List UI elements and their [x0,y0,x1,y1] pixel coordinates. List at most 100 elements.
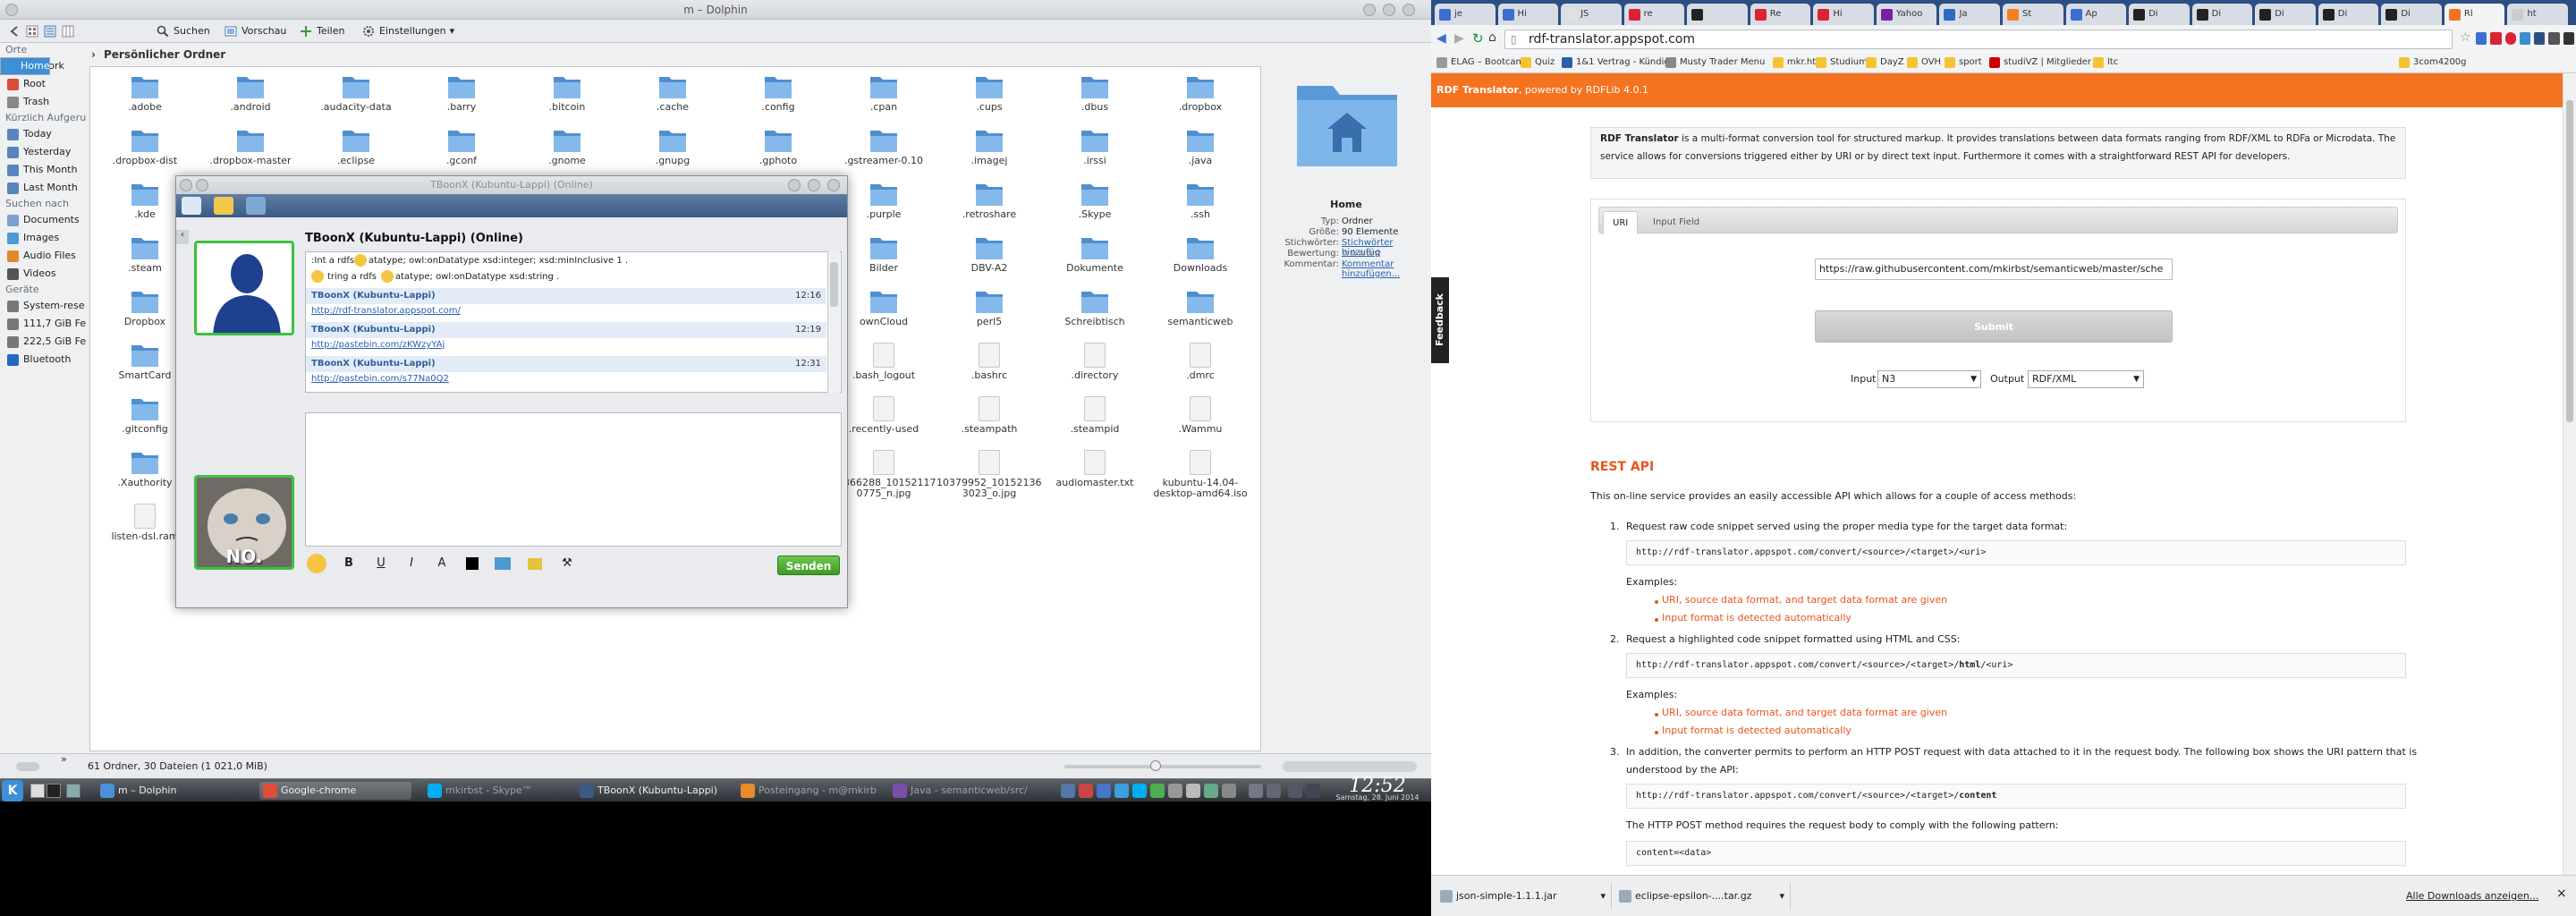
breadcrumb[interactable]: › Persönlicher Ordner [89,45,1261,64]
places-item[interactable]: Home [0,57,51,75]
banner-title[interactable]: RDF Translator [1436,84,1519,96]
icons-view-icon[interactable] [25,24,39,38]
tray-sync-icon[interactable] [1288,784,1302,798]
browser-tab[interactable]: Hi [1497,4,1559,25]
places-item[interactable]: Yesterday [0,143,89,161]
taskbar-task[interactable]: Posteingang - m@mkirb [737,782,889,800]
tray-tools-icon[interactable] [1168,784,1182,798]
zoom-toggle[interactable] [16,762,39,771]
back-icon[interactable]: ◀ [1436,31,1446,46]
window-menu-icon[interactable] [5,4,18,16]
extension-icon[interactable] [2504,32,2516,45]
send-button[interactable]: Senden [777,556,840,575]
message-input[interactable] [305,412,842,547]
places-item[interactable]: Documents [0,211,89,229]
taskbar-task[interactable]: m – Dolphin [97,782,249,800]
browser-tab[interactable]: Di [2318,4,2379,25]
file-item[interactable]: .dbus [1042,71,1148,124]
file-item[interactable]: kubuntu-14.04-desktop-amd64.iso [1148,446,1253,500]
browser-tab[interactable]: Yahoo [1876,4,1937,25]
file-item[interactable]: .config [725,71,831,124]
file-item[interactable]: .gphoto [725,124,831,178]
star-icon[interactable]: ☆ [2460,30,2471,45]
window-menu-icon[interactable] [180,179,192,191]
file-item[interactable]: .dropbox-dist [92,124,198,178]
tray-expand-icon[interactable] [1222,784,1236,798]
zoom-slider[interactable] [1064,765,1261,768]
submit-button[interactable]: Submit [1815,310,2173,343]
tab-input-field[interactable]: Input Field [1644,211,1708,234]
message-link[interactable]: http://pastebin.com/s77Na0Q2 [311,374,449,384]
file-item[interactable]: .cache [620,71,725,124]
bookmark[interactable]: Studium [1814,55,1868,71]
places-item[interactable]: Root [0,75,89,93]
file-item[interactable]: DBV-A2 [936,232,1042,285]
uri-input[interactable]: https://raw.githubusercontent.com/mkirbs… [1815,259,2173,280]
example-link[interactable]: Input format is detected automatically [1662,725,1852,736]
places-item[interactable]: Today [0,125,89,143]
pin-icon[interactable] [196,179,208,191]
taskbar-task[interactable]: TBoonX (Kubuntu-Lappi) [576,782,728,800]
places-item[interactable]: Audio Files [0,247,89,265]
tray-volume-icon[interactable] [1186,784,1200,798]
bookmark[interactable]: OVH [1905,55,1941,71]
tray-battery-icon[interactable] [1204,784,1218,798]
browser-tab[interactable]: Ja [1939,4,2000,25]
browser-tab[interactable]: Di [2191,4,2253,25]
browser-tab[interactable]: Rl [2444,4,2505,25]
output-format-select[interactable]: RDF/XML ▼ [2028,370,2144,388]
users-icon[interactable] [246,197,266,215]
bookmark[interactable]: ELAG – Bootcamp [1435,55,1530,71]
file-item[interactable]: Downloads [1148,232,1253,285]
bookmark[interactable]: studiVZ | Mitglieder [1987,55,2091,71]
clock[interactable]: 12:52 Samstag, 28. Juni 2014 [1324,776,1431,802]
underline-button[interactable]: U [371,554,391,573]
file-item[interactable]: .java [1148,124,1253,178]
tray-lock-icon[interactable] [1306,784,1320,798]
taskbar-task[interactable]: Google-chrome [259,782,411,800]
tray-update-icon[interactable] [1097,784,1111,798]
maximize-icon[interactable] [808,179,820,191]
file-item[interactable]: audiomaster.txt [1042,446,1148,500]
browser-tab[interactable]: re [1623,4,1685,25]
chevron-down-icon[interactable]: ▾ [1779,883,1784,910]
pager-icon[interactable] [66,784,80,798]
file-item[interactable]: .Wammu [1148,393,1253,446]
file-item[interactable]: .bitcoin [514,71,620,124]
download-item[interactable]: eclipse-epsilon-....tar.gz ▾ [1615,883,1791,910]
terminal-icon[interactable] [47,784,61,798]
tray-skype-icon[interactable] [1132,784,1147,798]
page-scrollbar[interactable] [2563,73,2576,875]
tray-arrow-icon[interactable] [1267,784,1281,798]
browser-tab[interactable]: Di [2255,4,2316,25]
folder-icon[interactable] [525,554,545,573]
search-button[interactable]: Suchen [152,22,214,40]
file-item[interactable]: .android [198,71,303,124]
chevron-down-icon[interactable]: ▾ [1600,883,1606,910]
file-item[interactable]: .directory [1042,339,1148,393]
file-item[interactable]: .audacity-data [303,71,409,124]
tab-uri[interactable]: URI [1603,211,1639,234]
file-item[interactable]: .dropbox-master [198,124,303,178]
file-item[interactable]: .cpan [831,71,936,124]
bookmark[interactable]: 1&1 Vertrag - Kündig [1560,55,1670,71]
places-item[interactable]: System-rese [0,297,89,315]
bookmark[interactable]: Musty Trader Menu [1664,55,1765,71]
file-item[interactable]: Dokumente [1042,232,1148,285]
file-item[interactable]: .steampath [936,393,1042,446]
browser-tab[interactable]: Hi [1813,4,1874,25]
bookmark[interactable]: ltc [2091,55,2118,71]
maximize-icon[interactable] [1383,4,1395,16]
file-item[interactable]: .dropbox [1148,71,1253,124]
places-item[interactable]: Bluetooth [0,351,89,369]
pencil-icon[interactable] [214,197,233,215]
bookmark[interactable]: sport [1943,55,1982,71]
reload-icon[interactable]: ↻ [1472,30,1484,47]
home-icon[interactable]: ⌂ [1488,30,1496,45]
file-item[interactable]: .barry [409,71,514,124]
minimize-icon[interactable] [788,179,801,191]
places-item[interactable]: This Month [0,161,89,179]
file-item[interactable]: .retroshare [936,178,1042,232]
file-item[interactable]: .imagej [936,124,1042,178]
bookmark[interactable]: 3com4200g [2397,55,2467,71]
